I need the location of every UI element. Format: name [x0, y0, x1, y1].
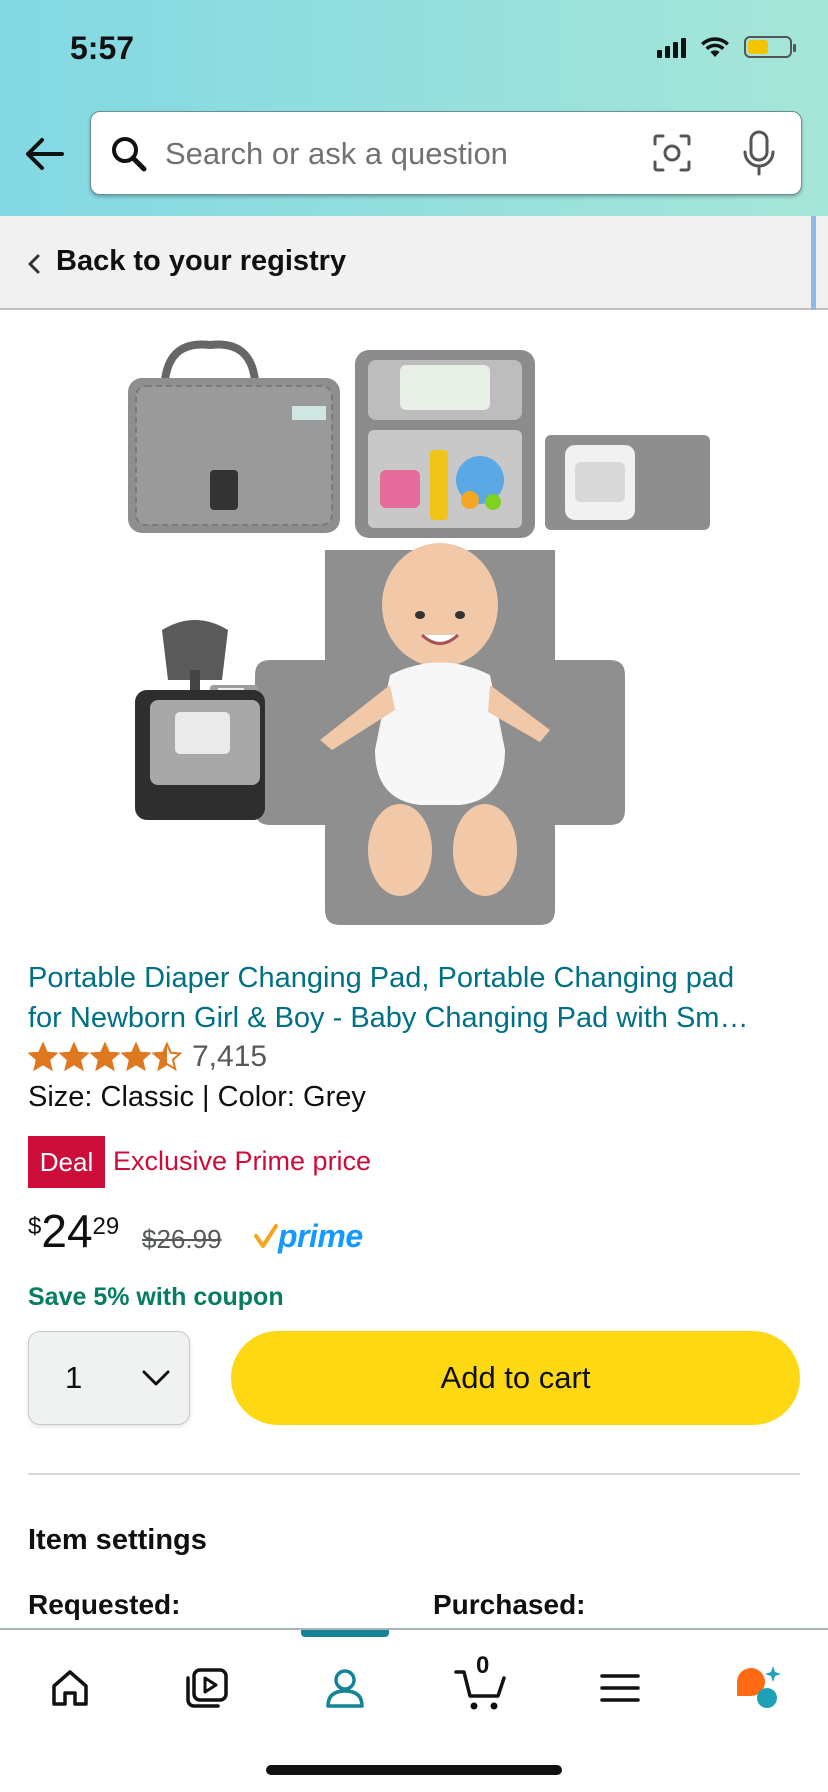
search-placeholder: Search or ask a question [165, 136, 508, 171]
back-to-registry-bar[interactable]: Back to your registry [0, 216, 828, 310]
status-icons [657, 36, 796, 58]
chevron-down-icon [142, 1370, 170, 1386]
quantity-value: 1 [65, 1360, 83, 1395]
star-icon [28, 1042, 58, 1072]
home-icon [52, 1670, 88, 1706]
item-settings-heading: Item settings [28, 1524, 207, 1556]
star-icon [59, 1042, 89, 1072]
search-input[interactable]: Search or ask a question [90, 111, 802, 195]
search-icon [112, 137, 147, 172]
price-whole: 24 [41, 1205, 93, 1257]
product-title-line[interactable]: Portable Diaper Changing Pad, Portable C… [28, 958, 798, 998]
tab-rufus[interactable] [728, 1658, 788, 1718]
account-icon [326, 1669, 364, 1708]
back-arrow-icon[interactable] [22, 132, 66, 176]
product-image[interactable] [110, 330, 720, 930]
deal-badge: Deal [28, 1136, 105, 1188]
star-rating [28, 1042, 182, 1072]
active-tab-indicator [301, 1630, 389, 1637]
list-price: $26.99 [142, 1224, 222, 1254]
storage-panel-image [355, 350, 535, 538]
menu-icon [600, 1674, 640, 1702]
star-icon [152, 1042, 182, 1072]
folded-pad-image [128, 340, 340, 533]
star-icon [90, 1042, 120, 1072]
app-header: 5:57 Search or ask a question [0, 0, 828, 216]
chevron-left-icon [28, 254, 40, 274]
section-divider [28, 1473, 800, 1475]
scroll-accent [811, 216, 816, 310]
prime-check-icon [254, 1223, 278, 1248]
tab-menu[interactable] [590, 1658, 650, 1718]
video-icon [186, 1668, 228, 1708]
tab-account[interactable] [315, 1658, 375, 1718]
add-to-cart-button[interactable]: Add to cart [231, 1331, 800, 1425]
microphone-icon[interactable] [741, 130, 777, 176]
star-icon [121, 1042, 151, 1072]
coupon-text[interactable]: Save 5% with coupon [28, 1283, 284, 1312]
price: $ 24 29 [28, 1205, 119, 1257]
product-title[interactable]: Portable Diaper Changing Pad, Portable C… [28, 958, 798, 1038]
prime-badge: prime [254, 1218, 363, 1255]
requested-label: Requested: [28, 1589, 181, 1620]
deal-text: Exclusive Prime price [113, 1146, 372, 1176]
cellular-signal-icon [657, 36, 686, 58]
wifi-icon [701, 37, 729, 57]
variant-info: Size: Classic | Color: Grey [28, 1081, 366, 1113]
tab-home[interactable] [40, 1658, 100, 1718]
back-to-registry-link[interactable]: Back to your registry [56, 245, 346, 278]
purchased-label: Purchased: [433, 1589, 586, 1620]
quantity-selector[interactable]: 1 [28, 1331, 190, 1425]
tab-cart[interactable]: 0 [452, 1652, 512, 1718]
rating-row[interactable]: 7,415 [28, 1040, 267, 1074]
cart-count-badge: 0 [476, 1652, 490, 1679]
rating-count[interactable]: 7,415 [192, 1040, 267, 1074]
car-seat-image [135, 620, 265, 820]
product-title-line[interactable]: for Newborn Girl & Boy - Baby Changing P… [28, 998, 798, 1038]
home-indicator [266, 1765, 562, 1775]
price-fraction: 29 [92, 1213, 120, 1240]
prime-label: prime [278, 1218, 363, 1254]
status-time: 5:57 [70, 30, 135, 66]
battery-icon [744, 36, 796, 58]
price-symbol: $ [28, 1213, 42, 1240]
rufus-icon [737, 1666, 781, 1708]
wipes-pocket-image [545, 435, 710, 530]
tab-video[interactable] [177, 1658, 237, 1718]
camera-scan-icon[interactable] [651, 132, 693, 174]
